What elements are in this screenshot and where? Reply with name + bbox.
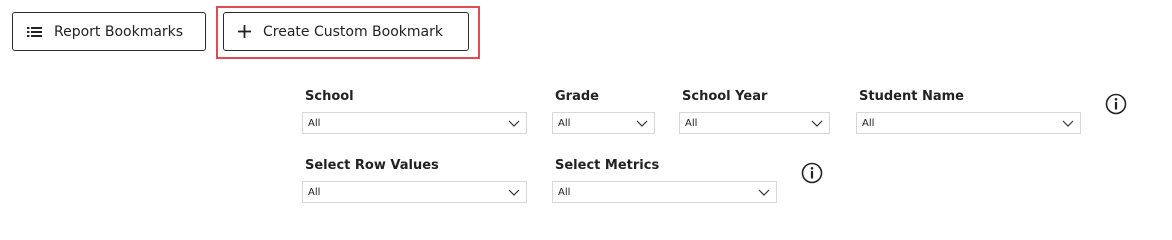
chevron-down-icon <box>758 189 770 196</box>
school-select[interactable]: All <box>302 112 527 134</box>
info-icon[interactable] <box>801 162 823 184</box>
select-row-values-select[interactable]: All <box>302 181 527 203</box>
school-year-select[interactable]: All <box>679 112 830 134</box>
select-metrics-select-value: All <box>558 186 571 198</box>
student-name-label: Student Name <box>859 89 964 104</box>
school-year-select-value: All <box>685 117 698 129</box>
report-bookmarks-label: Report Bookmarks <box>54 23 184 40</box>
student-name-select-value: All <box>862 117 875 129</box>
list-icon <box>27 26 42 38</box>
select-row-values-select-value: All <box>308 186 321 198</box>
create-custom-bookmark-button[interactable]: Create Custom Bookmark <box>223 12 469 51</box>
select-row-values-label: Select Row Values <box>305 158 439 173</box>
create-custom-bookmark-label: Create Custom Bookmark <box>263 23 443 40</box>
chevron-down-icon <box>508 189 520 196</box>
school-label: School <box>305 89 354 104</box>
grade-label: Grade <box>555 89 599 104</box>
chevron-down-icon <box>1062 120 1074 127</box>
grade-select[interactable]: All <box>552 112 655 134</box>
school-select-value: All <box>308 117 321 129</box>
info-icon[interactable] <box>1105 93 1127 115</box>
chevron-down-icon <box>811 120 823 127</box>
select-metrics-select[interactable]: All <box>552 181 777 203</box>
student-name-select[interactable]: All <box>856 112 1081 134</box>
select-metrics-label: Select Metrics <box>555 158 660 173</box>
chevron-down-icon <box>636 120 648 127</box>
plus-icon <box>238 25 251 38</box>
school-year-label: School Year <box>682 89 768 104</box>
report-bookmarks-button[interactable]: Report Bookmarks <box>12 12 206 51</box>
chevron-down-icon <box>508 120 520 127</box>
